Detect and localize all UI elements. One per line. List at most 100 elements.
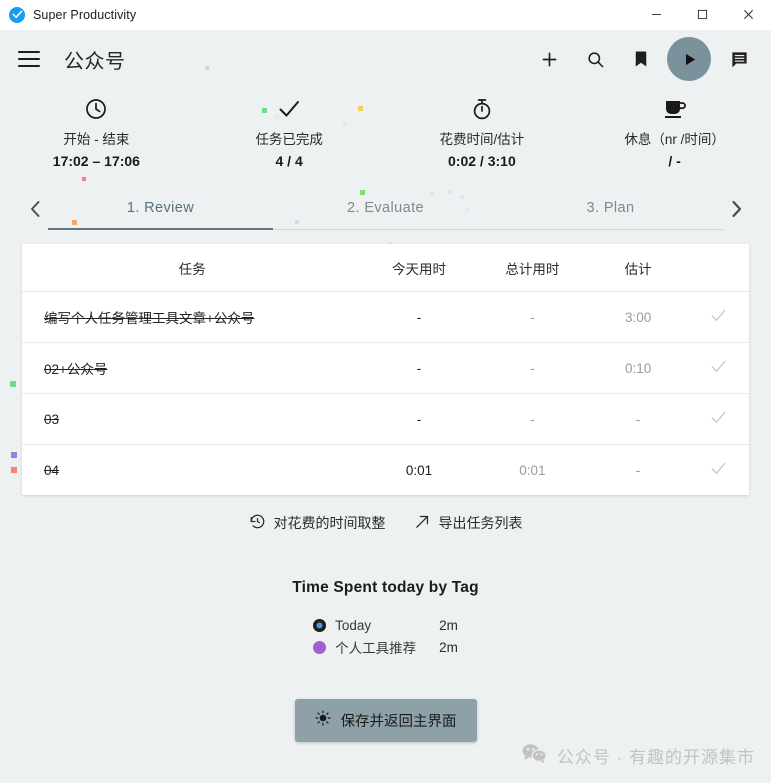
- tab-review[interactable]: 1. Review: [48, 187, 273, 229]
- chevron-left-icon[interactable]: [22, 189, 48, 229]
- hamburger-menu-icon[interactable]: [18, 44, 48, 74]
- cell-task: 编写个人任务管理工具文章+公众号: [22, 291, 363, 343]
- cell-done-check-icon[interactable]: [687, 342, 749, 394]
- column-header-done: [687, 244, 749, 292]
- stat-label: 花费时间/估计: [439, 132, 525, 147]
- task-name: 03: [44, 411, 60, 427]
- timer-icon: [386, 94, 579, 124]
- cell-task: 02+公众号: [22, 342, 363, 394]
- titlebar-left: Super Productivity: [0, 6, 137, 23]
- stat-breaks: 休息（nr /时间） / -: [578, 94, 771, 169]
- summary-stats: 开始 - 结束 17:02 – 17:06 任务已完成 4 / 4 花费时间/估…: [0, 88, 771, 179]
- cell-total: -: [475, 393, 590, 445]
- cell-today: 0:01: [405, 462, 433, 478]
- cell-total: -: [475, 342, 590, 394]
- tag-legend-row: 个人工具推荐 2m: [313, 636, 458, 658]
- check-icon: [193, 94, 386, 124]
- clock-icon: [0, 94, 193, 124]
- tag-name: 个人工具推荐: [335, 641, 417, 656]
- cell-estimate: 3:00: [589, 291, 688, 343]
- play-icon[interactable]: [667, 37, 711, 81]
- task-table-body: 编写个人任务管理工具文章+公众号 - -3:00 02+公众号 - -0:10 03- - -0…: [22, 291, 749, 496]
- export-task-list-label: 导出任务列表: [438, 515, 523, 531]
- app-title: Super Productivity: [33, 7, 137, 22]
- confetti-particle: [11, 452, 17, 458]
- sun-icon: [314, 710, 331, 730]
- task-table-card: 任务 今天用时 总计用时 估计 编写个人任务管理工具文章+公众号 - -3:00 02…: [22, 244, 749, 495]
- export-arrow-icon: [414, 513, 431, 533]
- confetti-particle: [11, 467, 17, 473]
- watermark-text: 公众号 · 有趣的开源集市: [556, 748, 755, 767]
- stat-time-spent-estimate: 花费时间/估计 0:02 / 3:10: [386, 94, 579, 169]
- watermark: 公众号 · 有趣的开源集市: [521, 742, 755, 769]
- tabs-list: 1. Review 2. Evaluate 3. Plan: [48, 187, 723, 230]
- stat-value: 0:02 / 3:10: [448, 153, 516, 169]
- column-header-task: 任务: [22, 244, 363, 292]
- tag-name: Today: [335, 617, 372, 633]
- check-circle-icon: [9, 6, 25, 23]
- task-name: 04: [44, 462, 60, 478]
- cell-done-check-icon[interactable]: [687, 393, 749, 445]
- save-button-row: 保存并返回主界面: [0, 698, 771, 742]
- cell-task: 04: [22, 445, 362, 496]
- column-header-today: 今天用时: [362, 244, 476, 292]
- table-row[interactable]: 编写个人任务管理工具文章+公众号 - -3:00: [22, 291, 749, 343]
- task-name: 02+公众号: [44, 362, 108, 377]
- table-header-row: 任务 今天用时 总计用时 估计: [22, 244, 749, 292]
- round-time-spent-label: 对花费的时间取整: [273, 515, 386, 531]
- cell-done-check-icon[interactable]: [687, 445, 749, 496]
- round-time-spent-button[interactable]: 对花费的时间取整: [249, 513, 386, 533]
- tag-color-dot: [313, 618, 327, 632]
- cell-total: -: [475, 291, 590, 343]
- cell-estimate: 0:10: [589, 342, 688, 394]
- task-name: 编写个人任务管理工具文章+公众号: [44, 311, 255, 326]
- cell-today: -: [362, 393, 476, 445]
- tag-value: 2m: [439, 617, 458, 633]
- search-icon[interactable]: [577, 41, 613, 77]
- tabs-bar: 1. Review 2. Evaluate 3. Plan: [0, 187, 771, 230]
- cell-today: -: [362, 291, 476, 343]
- confetti-particle: [10, 381, 16, 387]
- stat-label: 任务已完成: [255, 132, 323, 147]
- stat-start-end: 开始 - 结束 17:02 – 17:06: [0, 94, 193, 169]
- plus-icon[interactable]: [531, 41, 567, 77]
- tab-evaluate[interactable]: 2. Evaluate: [273, 187, 498, 229]
- tab-active-indicator: [48, 227, 273, 230]
- table-row[interactable]: 04 0:01 0:01 -: [22, 445, 749, 496]
- window-minimize-button[interactable]: [633, 0, 679, 30]
- stat-value: 4 / 4: [275, 153, 303, 169]
- tag-legend: Today 2m 个人工具推荐 2m: [313, 614, 458, 658]
- notes-icon[interactable]: [721, 41, 757, 77]
- column-header-estimate: 估计: [589, 244, 688, 292]
- save-and-return-button[interactable]: 保存并返回主界面: [294, 698, 477, 742]
- bookmark-icon[interactable]: [623, 41, 659, 77]
- history-round-icon: [249, 513, 266, 533]
- stat-value: 17:02 – 17:06: [52, 153, 140, 169]
- tag-color-dot: [313, 640, 327, 654]
- tag-legend-row: Today 2m: [313, 614, 458, 636]
- app-toolbar: 公众号: [0, 30, 771, 88]
- task-table: 任务 今天用时 总计用时 估计 编写个人任务管理工具文章+公众号 - -3:00 02…: [22, 244, 749, 495]
- cell-task: 03: [22, 393, 363, 445]
- time-by-tag-title: Time Spent today by Tag: [292, 579, 479, 596]
- app-window: Super Productivity 公众号 开始 - 结束 17:02 – 1…: [0, 0, 771, 783]
- time-by-tag-section: Time Spent today by Tag Today 2m 个人工具推荐 2m: [0, 579, 771, 659]
- window-maximize-button[interactable]: [679, 0, 725, 30]
- save-and-return-label: 保存并返回主界面: [340, 713, 457, 730]
- window-close-button[interactable]: [725, 0, 771, 30]
- stat-label: 休息（nr /时间）: [624, 132, 725, 147]
- page-title: 公众号: [64, 50, 126, 73]
- window-titlebar: Super Productivity: [0, 0, 771, 30]
- export-task-list-button[interactable]: 导出任务列表: [414, 513, 523, 533]
- task-table-head: 任务 今天用时 总计用时 估计: [22, 244, 749, 292]
- column-header-total: 总计用时: [475, 244, 590, 292]
- table-row[interactable]: 03- - -: [22, 393, 749, 445]
- table-actions: 对花费的时间取整 导出任务列表: [0, 513, 771, 533]
- cell-estimate: -: [635, 462, 641, 478]
- tab-plan[interactable]: 3. Plan: [498, 187, 723, 229]
- cell-done-check-icon[interactable]: [687, 291, 749, 343]
- table-row[interactable]: 02+公众号 - -0:10: [22, 342, 749, 394]
- stat-label: 开始 - 结束: [63, 132, 130, 147]
- stat-tasks-done: 任务已完成 4 / 4: [193, 94, 386, 169]
- chevron-right-icon[interactable]: [723, 189, 749, 229]
